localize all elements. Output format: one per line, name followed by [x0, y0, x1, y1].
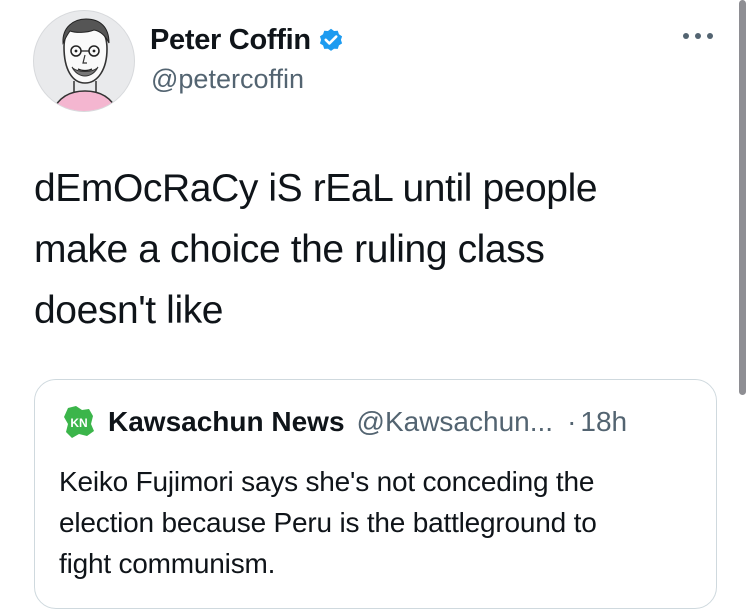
quoted-text-line: fight communism. [59, 548, 276, 579]
quoted-text-line: Keiko Fujimori says she's not conceding … [59, 466, 595, 497]
author-handle[interactable]: @petercoffin [151, 64, 304, 95]
tweet-text-line: doesn't like [34, 289, 224, 332]
kawsachun-logo-text: KN [70, 416, 87, 430]
quoted-tweet-card[interactable]: KN Kawsachun News @Kawsachun... · 18h Ke… [34, 379, 717, 609]
kawsachun-logo-icon[interactable]: KN [62, 405, 96, 439]
quoted-tweet-text: Keiko Fujimori says she's not conceding … [59, 461, 709, 584]
tweet-text-line: make a choice the ruling class [34, 228, 545, 271]
quoted-handle[interactable]: @Kawsachun... [357, 406, 554, 438]
more-options-icon[interactable] [680, 26, 716, 46]
quoted-timestamp[interactable]: 18h [580, 406, 627, 438]
author-display-name[interactable]: Peter Coffin [150, 24, 311, 57]
scrollbar-thumb[interactable] [739, 0, 746, 395]
author-name-row: Peter Coffin [150, 24, 345, 57]
quoted-display-name[interactable]: Kawsachun News [108, 406, 345, 438]
tweet-text-line: dEmOcRaCy iS rEaL until people [34, 167, 598, 210]
quoted-tweet-header: Kawsachun News @Kawsachun... · 18h [108, 406, 627, 438]
avatar-illustration [52, 18, 118, 111]
separator-dot: · [567, 406, 577, 437]
author-avatar[interactable] [33, 10, 135, 112]
tweet-text: dEmOcRaCy iS rEaL until people make a ch… [34, 158, 714, 341]
quoted-text-line: election because Peru is the battlegroun… [59, 507, 597, 538]
verified-badge-icon [319, 28, 342, 51]
